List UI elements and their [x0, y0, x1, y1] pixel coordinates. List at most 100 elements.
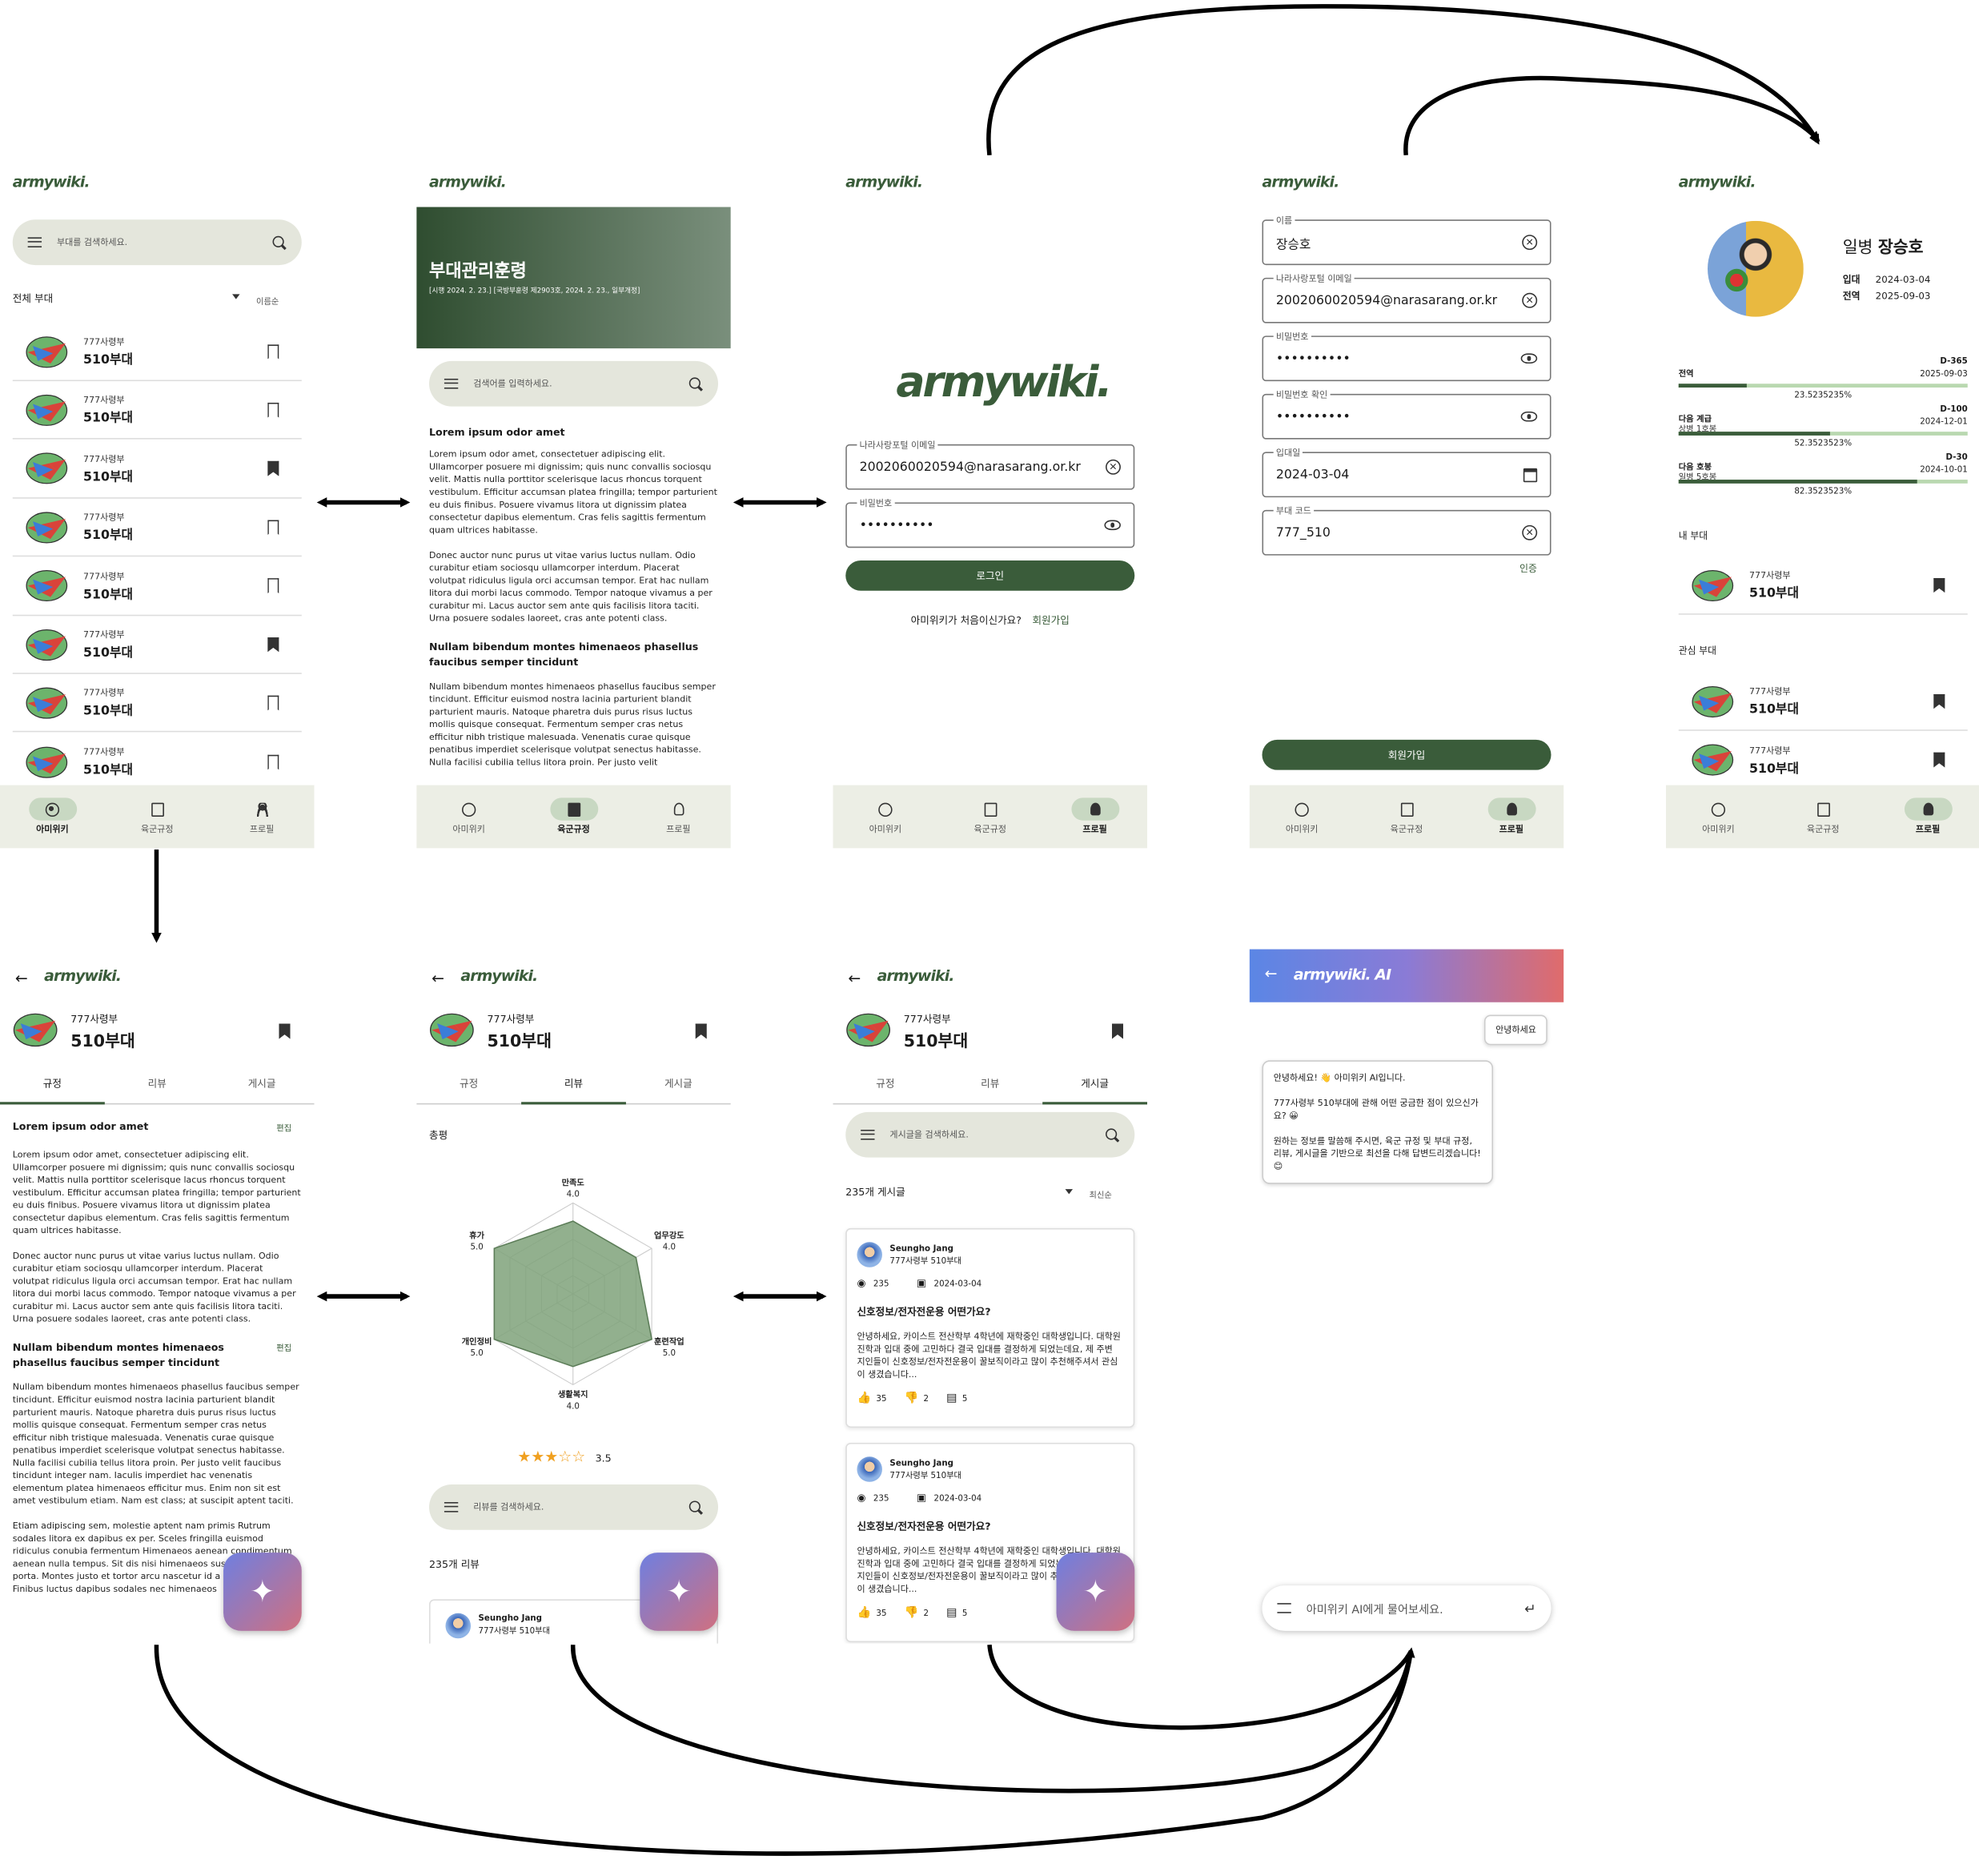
sort-option[interactable]: 이름순: [256, 294, 279, 307]
fav-unit-row[interactable]: 777사령부 510부대: [1679, 731, 1968, 789]
nav-wiki[interactable]: 아미위키: [416, 785, 521, 849]
tab-reviews[interactable]: 리뷰: [105, 1067, 210, 1103]
unit-list-item[interactable]: 777사령부 510부대: [12, 616, 302, 674]
nav-profile[interactable]: 프로필: [1876, 785, 1979, 849]
enter-icon[interactable]: ↵: [1524, 1600, 1536, 1616]
unit-list-item[interactable]: 777사령부 510부대: [12, 499, 302, 557]
bookmark-filled-icon[interactable]: [1933, 577, 1945, 593]
regulation-search-bar[interactable]: 검색어를 입력하세요.: [429, 360, 719, 407]
search-icon[interactable]: [688, 1500, 703, 1514]
signup-field[interactable]: 비밀번호 ••••••••••: [1262, 331, 1551, 382]
bookmark-filled-icon[interactable]: [1933, 693, 1945, 709]
bookmark-icon[interactable]: [267, 695, 279, 711]
nav-wiki[interactable]: 아미위키: [1250, 785, 1355, 849]
eye-icon[interactable]: [1520, 353, 1538, 364]
nav-profile[interactable]: 프로필: [626, 785, 731, 849]
sort-option[interactable]: 최신순: [1090, 1187, 1112, 1201]
tab-posts[interactable]: 게시글: [210, 1067, 315, 1103]
bookmark-filled-icon[interactable]: [267, 637, 279, 653]
unit-list-item[interactable]: 777사령부 510부대: [12, 557, 302, 616]
unit-list-item[interactable]: 777사령부 510부대: [12, 674, 302, 733]
post-search-bar[interactable]: 게시글을 검색하세요.: [845, 1111, 1135, 1158]
unit-search-bar[interactable]: 부대를 검색하세요.: [12, 219, 302, 266]
thumb-down-icon[interactable]: 👎: [905, 1392, 919, 1405]
signup-field[interactable]: 이름 장승호 ×: [1262, 215, 1551, 266]
clear-icon[interactable]: ×: [1106, 459, 1121, 475]
search-icon[interactable]: [688, 376, 703, 391]
nav-wiki[interactable]: 아미위키: [833, 785, 937, 849]
tab-reviews[interactable]: 리뷰: [521, 1067, 626, 1105]
edit-link[interactable]: 편집: [276, 1121, 291, 1134]
unit-filter-dropdown[interactable]: 전체 부대: [13, 291, 53, 305]
signup-button[interactable]: 회원가입: [1262, 739, 1551, 770]
bookmark-filled-icon[interactable]: [267, 460, 279, 476]
chevron-down-icon[interactable]: [1065, 1189, 1074, 1195]
menu-icon[interactable]: [861, 1129, 875, 1140]
unit-list-item[interactable]: 777사령부 510부대: [12, 440, 302, 499]
back-arrow-icon[interactable]: ←: [15, 970, 28, 987]
nav-wiki[interactable]: 아미위키: [1666, 785, 1771, 849]
back-arrow-icon[interactable]: ←: [848, 970, 861, 987]
bookmark-filled-icon[interactable]: [1111, 1023, 1124, 1039]
fav-unit-row[interactable]: 777사령부 510부대: [1678, 673, 1968, 731]
unit-list-item[interactable]: 777사령부 510부대: [12, 323, 302, 382]
edit-link[interactable]: 편집: [276, 1340, 291, 1371]
menu-icon[interactable]: [1277, 1603, 1291, 1613]
tab-rules[interactable]: 규정: [0, 1067, 105, 1105]
search-icon[interactable]: [1106, 1127, 1119, 1142]
ai-fab[interactable]: ✦: [640, 1553, 719, 1631]
bookmark-icon[interactable]: [267, 343, 279, 360]
unit-list-item[interactable]: 777사령부 510부대: [13, 733, 302, 792]
ai-input-bar[interactable]: 아미위키 AI에게 물어보세요. ↵: [1262, 1585, 1551, 1631]
bookmark-icon[interactable]: [267, 402, 279, 418]
verify-link[interactable]: 인증: [1519, 562, 1537, 576]
tab-rules[interactable]: 규정: [416, 1067, 521, 1103]
thumb-down-icon[interactable]: 👎: [905, 1607, 919, 1620]
nav-rules[interactable]: 육군규정: [1355, 785, 1459, 849]
search-icon[interactable]: [272, 235, 287, 249]
back-arrow-icon[interactable]: ←: [432, 970, 444, 987]
bookmark-filled-icon[interactable]: [1933, 752, 1945, 768]
comment-icon[interactable]: ▤: [946, 1392, 957, 1405]
clear-icon[interactable]: ×: [1522, 524, 1538, 540]
ai-fab[interactable]: ✦: [223, 1553, 302, 1631]
bookmark-icon[interactable]: [267, 520, 279, 535]
signup-field[interactable]: 부대 코드 777_510 ×: [1262, 504, 1551, 556]
chevron-down-icon[interactable]: [232, 294, 240, 299]
eye-icon[interactable]: [1520, 411, 1538, 422]
nav-profile[interactable]: 프로필: [210, 785, 315, 849]
password-field[interactable]: 비밀번호 ••••••••••: [845, 497, 1135, 548]
nav-rules[interactable]: 육군규정: [1771, 785, 1876, 849]
signup-field[interactable]: 비밀번호 확인 ••••••••••: [1262, 388, 1551, 440]
ai-fab[interactable]: ✦: [1056, 1553, 1135, 1631]
nav-rules[interactable]: 육군규정: [105, 785, 210, 849]
bookmark-filled-icon[interactable]: [695, 1023, 707, 1039]
comment-icon[interactable]: ▤: [946, 1607, 957, 1620]
my-unit-row[interactable]: 777사령부 510부대: [1678, 556, 1968, 615]
tab-posts[interactable]: 게시글: [1042, 1067, 1148, 1105]
login-button[interactable]: 로그인: [845, 560, 1135, 591]
post-card[interactable]: Seungho Jang 777사령부 510부대 ◉ 235 ▣ 2024-03-04 신…: [845, 1227, 1135, 1428]
signup-field[interactable]: 입대일 2024-03-04: [1262, 447, 1551, 498]
tab-rules[interactable]: 규정: [833, 1067, 937, 1103]
signup-field[interactable]: 나라사랑포털 이메일 2002060020594@narasarang.or.kr…: [1262, 272, 1551, 323]
nav-wiki[interactable]: 아미위키: [0, 785, 105, 849]
bookmark-filled-icon[interactable]: [279, 1023, 291, 1039]
clear-icon[interactable]: ×: [1522, 292, 1538, 308]
review-search-bar[interactable]: 리뷰를 검색하세요.: [429, 1484, 719, 1530]
menu-icon[interactable]: [444, 1502, 459, 1512]
nav-profile[interactable]: 프로필: [1042, 785, 1147, 849]
nav-rules[interactable]: 육군규정: [937, 785, 1042, 849]
menu-icon[interactable]: [444, 378, 459, 389]
tab-reviews[interactable]: 리뷰: [937, 1067, 1042, 1103]
nav-rules[interactable]: 육군규정: [521, 785, 626, 849]
thumb-up-icon[interactable]: 👍: [857, 1392, 871, 1405]
bookmark-icon[interactable]: [267, 578, 279, 594]
nav-profile[interactable]: 프로필: [1459, 785, 1564, 849]
thumb-up-icon[interactable]: 👍: [857, 1607, 871, 1620]
menu-icon[interactable]: [27, 237, 42, 247]
eye-icon[interactable]: [1104, 520, 1121, 531]
clear-icon[interactable]: ×: [1522, 235, 1538, 251]
bookmark-icon[interactable]: [267, 754, 279, 770]
calendar-icon[interactable]: [1523, 468, 1538, 482]
